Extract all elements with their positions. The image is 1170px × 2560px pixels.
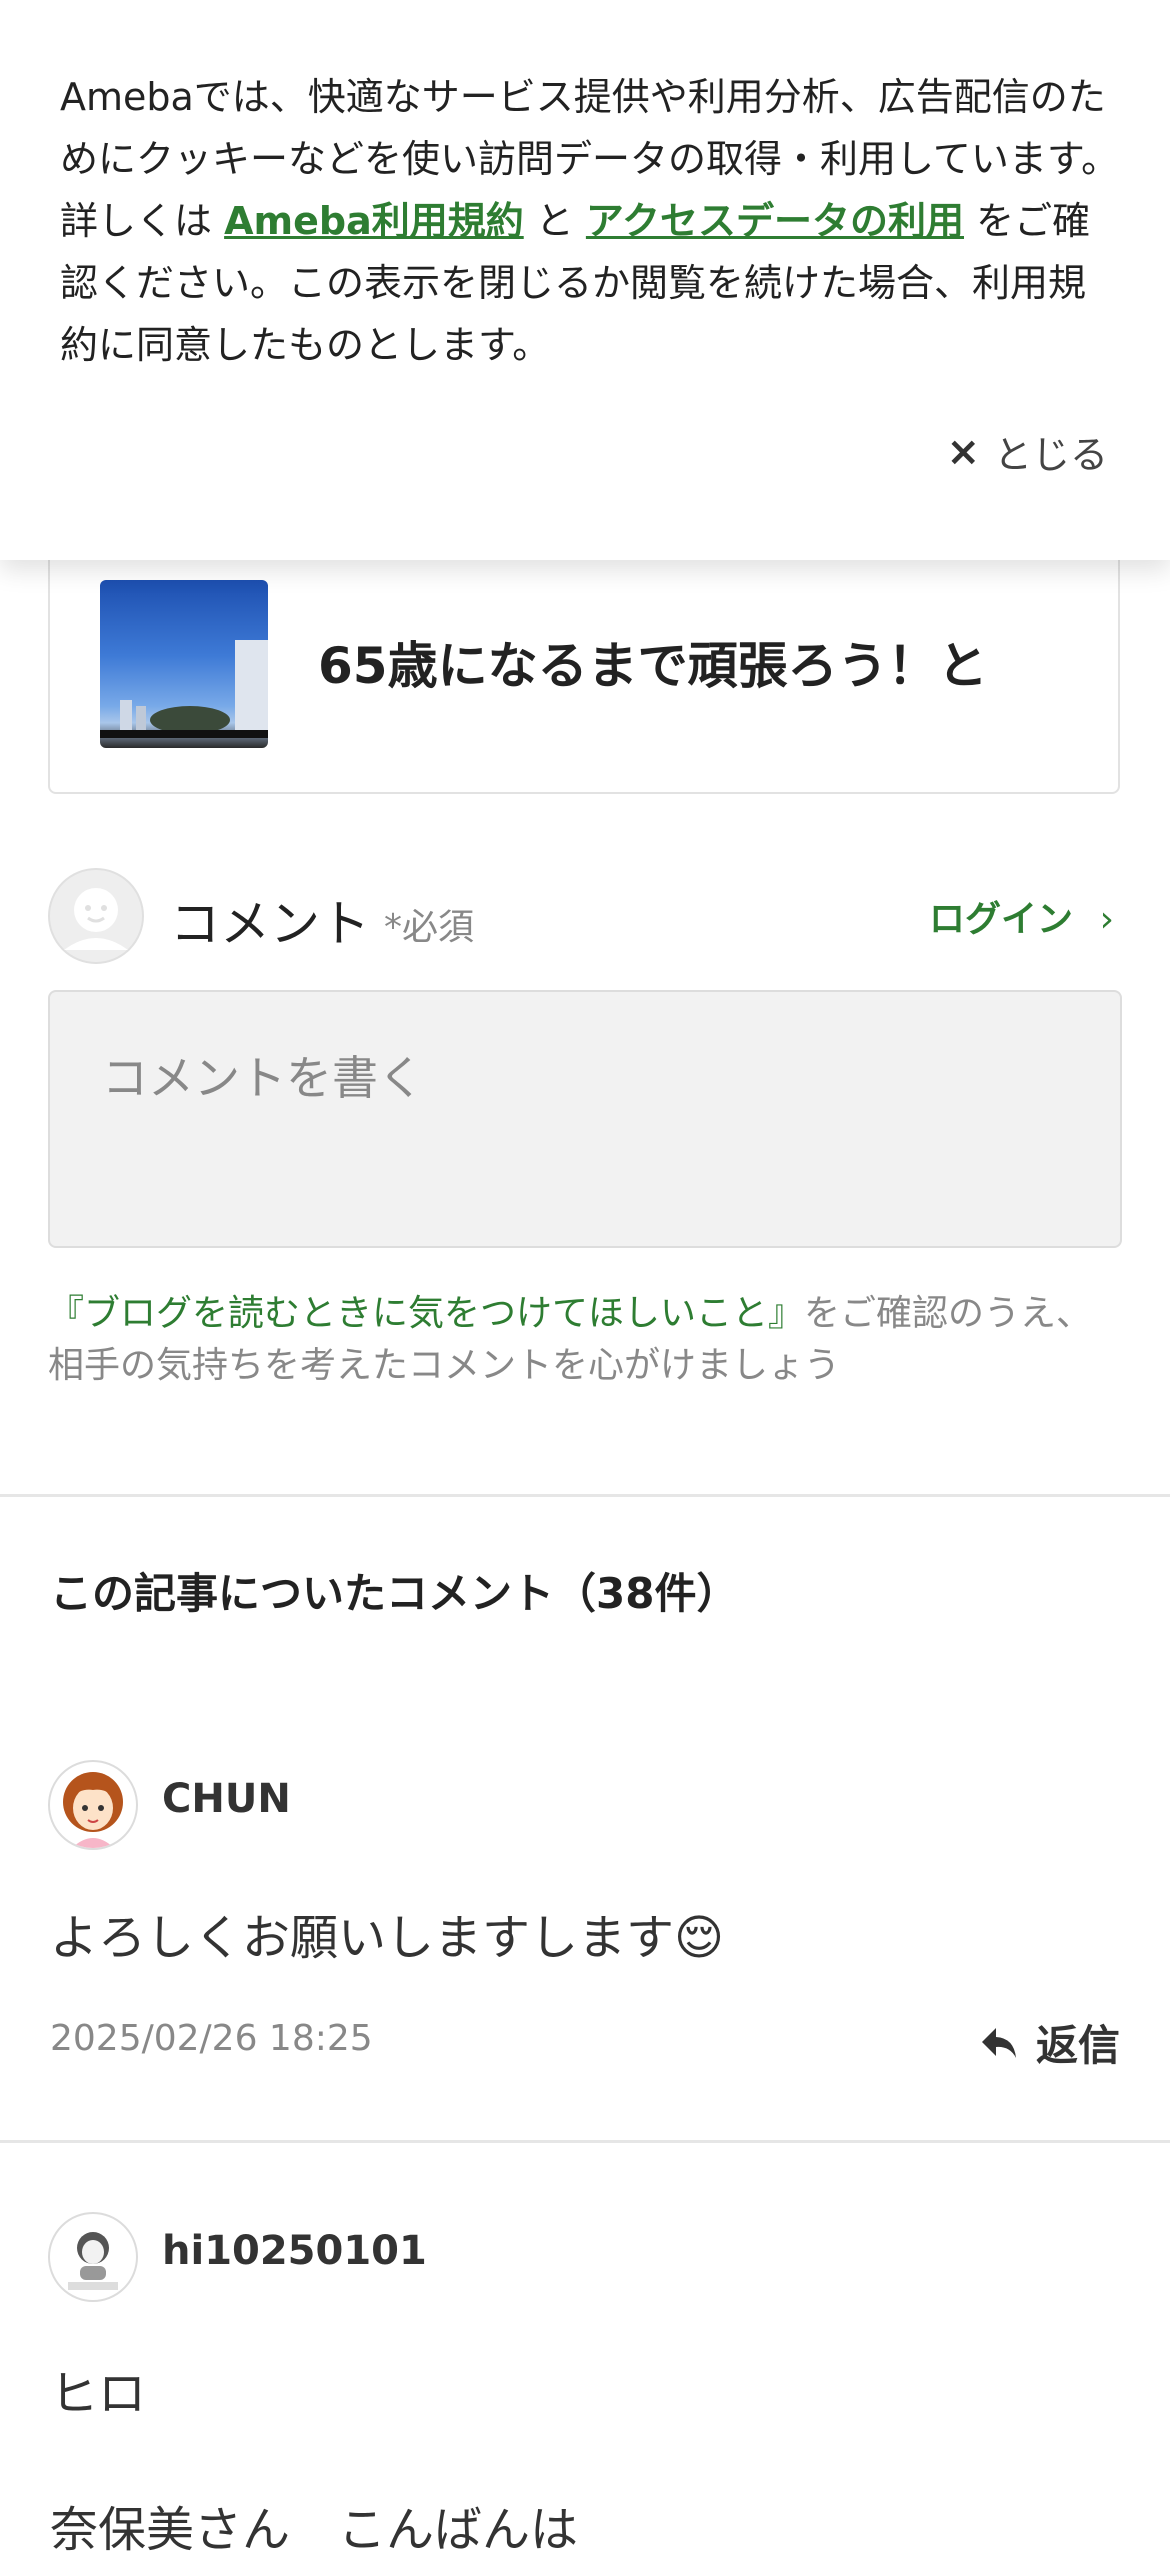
comment-body: ヒロ bbox=[50, 2366, 147, 2422]
required-mark: *必須 bbox=[384, 907, 475, 948]
comment-body-line: 奈保美さん こんばんは bbox=[50, 2502, 579, 2558]
cookie-text-2: と bbox=[523, 199, 586, 243]
comment-label: コメント bbox=[170, 895, 370, 953]
comment-textarea[interactable]: コメントを書く bbox=[48, 990, 1122, 1248]
access-data-link[interactable]: アクセスデータの利用 bbox=[586, 199, 964, 243]
cookie-close-button[interactable]: × とじる bbox=[946, 424, 1108, 479]
girl-avatar-icon[interactable] bbox=[48, 1760, 138, 1850]
comments-heading: この記事についたコメント（38件） bbox=[50, 1569, 739, 1618]
no-image-avatar-icon[interactable] bbox=[48, 2212, 138, 2302]
comment-date: 2025/02/26 18:25 bbox=[50, 2018, 373, 2059]
guideline-link[interactable]: 『ブログを読むときに気をつけてほしいこと』 bbox=[48, 1293, 804, 1334]
article-thumbnail bbox=[100, 580, 268, 748]
comment-author[interactable]: CHUN bbox=[162, 1776, 291, 1822]
cookie-banner: Amebaでは、快適なサービス提供や利用分析、広告配信のためにクッキーなどを使い… bbox=[0, 0, 1170, 560]
reply-label: 返信 bbox=[1035, 2021, 1120, 2070]
comment-body: よろしくお願いしますします😌 bbox=[50, 1910, 725, 1966]
login-link[interactable]: ログイン › bbox=[929, 890, 1114, 942]
chevron-right-icon: › bbox=[1099, 899, 1114, 940]
comment-divider bbox=[0, 2140, 1170, 2143]
close-icon: × bbox=[946, 428, 980, 475]
article-title: 65歳になるまで頑張ろう！と bbox=[318, 637, 988, 695]
reply-button[interactable]: 返信 bbox=[980, 2012, 1120, 2073]
close-label: とじる bbox=[993, 433, 1108, 477]
reply-arrow-icon bbox=[981, 2027, 1016, 2058]
login-label: ログイン bbox=[929, 899, 1074, 940]
terms-link[interactable]: Ameba利用規約 bbox=[224, 199, 524, 243]
related-article-card[interactable]: 65歳になるまで頑張ろう！と bbox=[48, 520, 1120, 794]
default-avatar-icon bbox=[48, 868, 144, 964]
comment-author[interactable]: hi10250101 bbox=[162, 2228, 427, 2274]
cookie-message: Amebaでは、快適なサービス提供や利用分析、広告配信のためにクッキーなどを使い… bbox=[60, 66, 1120, 376]
section-divider bbox=[0, 1494, 1170, 1497]
comment-guideline: 『ブログを読むときに気をつけてほしいこと』をご確認のうえ、相手の気持ちを考えたコ… bbox=[48, 1288, 1128, 1392]
